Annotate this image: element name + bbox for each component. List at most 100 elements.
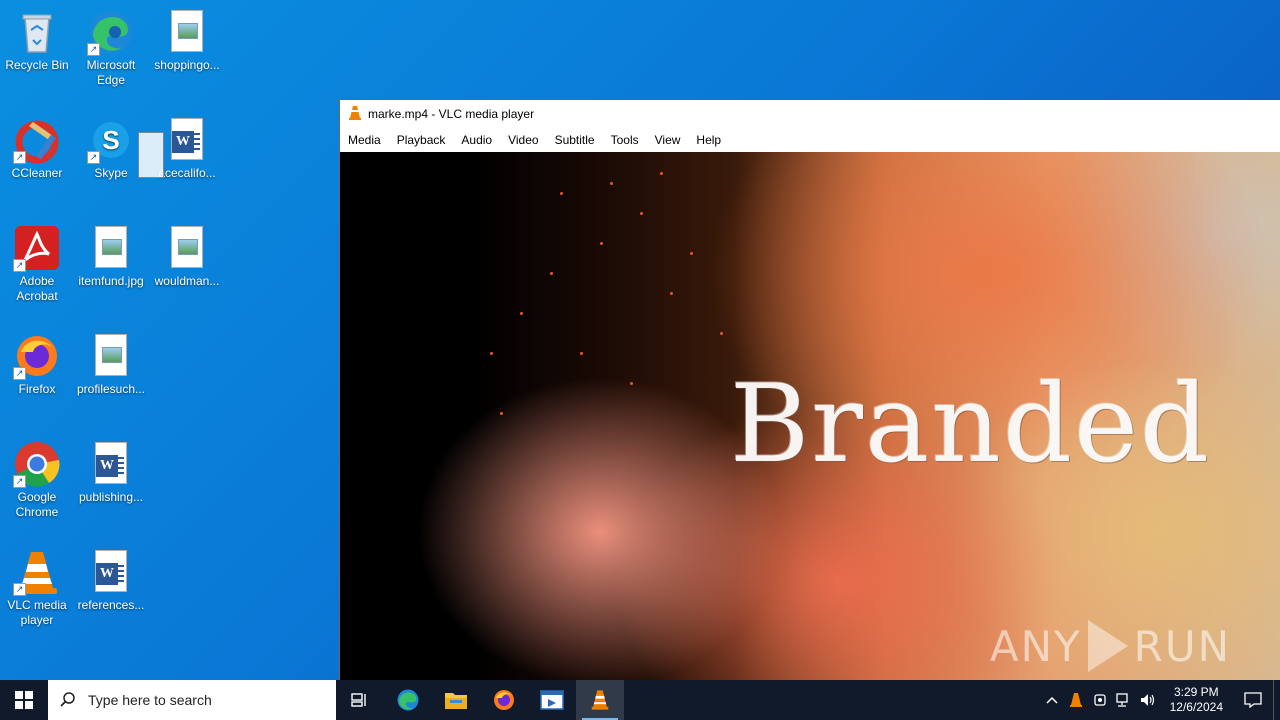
word-document-icon: W: [87, 548, 135, 596]
desktop-icon-label: itemfund.jpg: [78, 274, 144, 288]
desktop-icon-label: wouldman...: [154, 274, 220, 288]
desktop-icon-label: Firefox: [18, 382, 56, 396]
menu-playback[interactable]: Playback: [389, 128, 454, 152]
desktop-icon-label: Recycle Bin: [5, 58, 69, 72]
desktop-icon-label: Skype: [94, 166, 128, 180]
image-file-icon: [163, 224, 211, 272]
shortcut-arrow-icon: ↗: [87, 151, 100, 164]
taskbar-search[interactable]: [48, 680, 336, 720]
firefox-icon: ↗: [13, 332, 61, 380]
taskbar-vlc[interactable]: [576, 680, 624, 720]
desktop-icon-recycle-bin[interactable]: Recycle Bin: [0, 8, 74, 73]
network-icon: [1115, 693, 1128, 707]
tray-vlc[interactable]: [1064, 680, 1088, 720]
taskbar-firefox[interactable]: [480, 680, 528, 720]
shortcut-arrow-icon: ↗: [13, 259, 26, 272]
windows-logo-icon: [15, 691, 33, 709]
menu-tools[interactable]: Tools: [603, 128, 647, 152]
menu-audio[interactable]: Audio: [453, 128, 500, 152]
desktop-icon-references[interactable]: W references...: [74, 548, 148, 613]
play-icon: [1087, 620, 1128, 672]
shortcut-arrow-icon: ↗: [87, 43, 100, 56]
vlc-window-title: marke.mp4 - VLC media player: [368, 107, 535, 121]
show-hidden-icons-button[interactable]: [1040, 680, 1064, 720]
menu-media[interactable]: Media: [340, 128, 389, 152]
chrome-icon: ↗: [13, 440, 61, 488]
task-view-icon: [351, 693, 366, 707]
taskbar-edge[interactable]: [384, 680, 432, 720]
desktop-icon-profilesuch[interactable]: profilesuch...: [74, 332, 148, 397]
desktop-icon-itemfund[interactable]: itemfund.jpg: [74, 224, 148, 289]
desktop-icon-edge[interactable]: ↗ Microsoft Edge: [74, 8, 148, 88]
taskbar-remote-app[interactable]: [528, 680, 576, 720]
watermark-right: RUN: [1133, 621, 1231, 671]
desktop-icon-shoppingo[interactable]: shoppingo...: [150, 8, 224, 73]
desktop-icon-label: references...: [77, 598, 145, 612]
taskbar-file-explorer[interactable]: [432, 680, 480, 720]
desktop-icon-label: Adobe Acrobat: [16, 274, 58, 303]
clock-date: 12/6/2024: [1169, 700, 1223, 714]
speaker-icon: [1140, 694, 1154, 706]
taskbar-clock[interactable]: 3:29 PM 12/6/2024: [1160, 685, 1233, 715]
desktop-icon-wouldman[interactable]: wouldman...: [150, 224, 224, 289]
action-center-button[interactable]: [1233, 680, 1273, 720]
folder-icon: [445, 693, 467, 709]
menu-subtitle[interactable]: Subtitle: [547, 128, 603, 152]
task-view-button[interactable]: [336, 680, 384, 720]
desktop-icon-label: shoppingo...: [154, 58, 220, 72]
anyrun-watermark: ANY RUN: [990, 620, 1231, 672]
desktop-icon-firefox[interactable]: ↗ Firefox: [0, 332, 74, 397]
watermark-left: ANY: [989, 621, 1082, 671]
menu-help[interactable]: Help: [688, 128, 729, 152]
clock-time: 3:29 PM: [1173, 685, 1219, 699]
vlc-cone-icon: [348, 105, 362, 124]
shortcut-arrow-icon: ↗: [13, 475, 26, 488]
shortcut-arrow-icon: ↗: [13, 151, 26, 164]
video-overlay-text: Branded: [730, 362, 1212, 487]
vlc-menubar: Media Playback Audio Video Subtitle Tool…: [340, 128, 1280, 152]
desktop-icon-label: VLC media player: [7, 598, 67, 627]
system-tray: 3:29 PM 12/6/2024: [1040, 680, 1280, 720]
edge-icon: [397, 689, 419, 711]
app-window-icon: [540, 690, 564, 710]
start-button[interactable]: [0, 680, 48, 720]
tray-network[interactable]: [1112, 680, 1136, 720]
desktop-icon-google-chrome[interactable]: ↗ Google Chrome: [0, 440, 74, 520]
tray-app-indicator[interactable]: [1088, 680, 1112, 720]
drag-ghost-icon: [138, 132, 164, 178]
desktop-icon-label: profilesuch...: [76, 382, 146, 396]
menu-video[interactable]: Video: [500, 128, 546, 152]
video-frame[interactable]: Branded ANY RUN: [340, 152, 1280, 680]
desktop-icon-skype[interactable]: S ↗ Skype: [74, 116, 148, 181]
vlc-cone-icon: [591, 690, 609, 710]
image-file-icon: [87, 332, 135, 380]
image-file-icon: [87, 224, 135, 272]
recycle-bin-icon: [13, 8, 61, 56]
search-input[interactable]: [86, 691, 310, 709]
taskbar: 3:29 PM 12/6/2024: [0, 680, 1280, 720]
menu-view[interactable]: View: [647, 128, 689, 152]
desktop-icon-adobe-acrobat[interactable]: ↗ Adobe Acrobat: [0, 224, 74, 304]
app-indicator-icon: [1093, 694, 1106, 706]
word-document-icon: W: [163, 116, 211, 164]
skype-icon: S ↗: [87, 116, 135, 164]
desktop-icon-label: CCleaner: [11, 166, 63, 180]
vlc-cone-icon: [1069, 693, 1082, 707]
show-desktop-button[interactable]: [1273, 680, 1280, 720]
vlc-cone-icon: ↗: [13, 548, 61, 596]
shortcut-arrow-icon: ↗: [13, 367, 26, 380]
desktop-icon-ccleaner[interactable]: ↗ CCleaner: [0, 116, 74, 181]
tray-volume[interactable]: [1136, 680, 1160, 720]
image-file-icon: [163, 8, 211, 56]
vlc-window: marke.mp4 - VLC media player Media Playb…: [339, 100, 1280, 680]
vlc-titlebar[interactable]: marke.mp4 - VLC media player: [340, 100, 1280, 128]
desktop-icon-vlc[interactable]: ↗ VLC media player: [0, 548, 74, 628]
word-document-icon: W: [87, 440, 135, 488]
acrobat-icon: ↗: [13, 224, 61, 272]
desktop-icon-publishing[interactable]: W publishing...: [74, 440, 148, 505]
notification-icon: [1244, 692, 1262, 708]
firefox-icon: [494, 690, 514, 710]
ccleaner-icon: ↗: [13, 116, 61, 164]
svg-text:S: S: [102, 125, 119, 155]
chevron-up-icon: [1046, 696, 1058, 704]
